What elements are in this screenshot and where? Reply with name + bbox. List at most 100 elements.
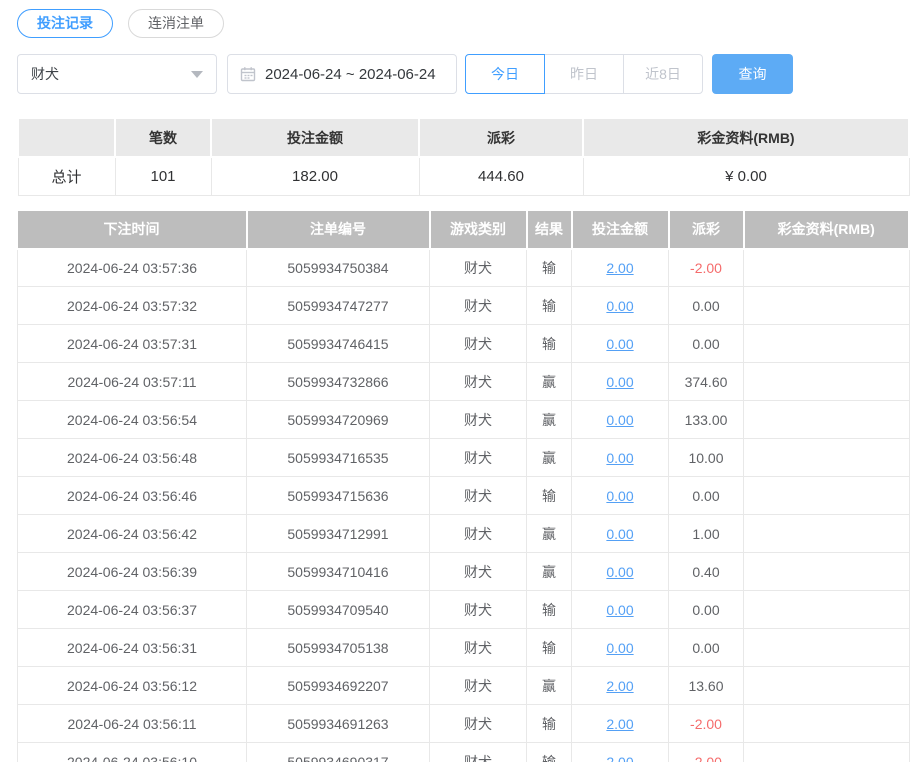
bet-amount-link[interactable]: 0.00 [606, 336, 633, 352]
bet-amount-link[interactable]: 0.00 [606, 602, 633, 618]
orders-header-bet-time: 下注时间 [18, 211, 247, 249]
cell-bet-amount: 2.00 [572, 743, 669, 762]
orders-header-row: 下注时间 注单编号 游戏类别 结果 投注金额 派彩 彩金资料(RMB) [18, 211, 910, 249]
cell-payout: 13.60 [669, 667, 744, 705]
cell-order-id: 5059934690317 [247, 743, 430, 762]
betting-records-page: 投注记录 连消注单 财犬 2024-06-24 ~ 2024-06-24 今日 [0, 0, 919, 762]
summary-header-row: 笔数 投注金额 派彩 彩金资料(RMB) [18, 118, 909, 157]
bet-amount-link[interactable]: 0.00 [606, 488, 633, 504]
quick-range-group: 今日 昨日 近8日 [465, 54, 703, 94]
cell-payout: 374.60 [669, 363, 744, 401]
cell-bet-amount: 0.00 [572, 477, 669, 515]
tab-cancelled-orders[interactable]: 连消注单 [128, 9, 224, 38]
bet-amount-link[interactable]: 0.00 [606, 450, 633, 466]
cell-order-id: 5059934720969 [247, 401, 430, 439]
summary-header-count: 笔数 [115, 118, 211, 157]
summary-total-bonus: ¥ 0.00 [583, 157, 909, 195]
orders-table: 下注时间 注单编号 游戏类别 结果 投注金额 派彩 彩金资料(RMB) 2024… [17, 211, 910, 762]
cell-bet-amount: 0.00 [572, 591, 669, 629]
cell-game-type: 财犬 [430, 705, 527, 743]
record-type-tabs: 投注记录 连消注单 [17, 9, 910, 38]
cell-payout: 0.00 [669, 325, 744, 363]
cell-bet-amount: 0.00 [572, 629, 669, 667]
cell-order-id: 5059934746415 [247, 325, 430, 363]
cell-payout: 0.00 [669, 591, 744, 629]
summary-total-bet-amount: 182.00 [211, 157, 419, 195]
cell-order-id: 5059934750384 [247, 249, 430, 287]
cell-bonus [744, 287, 910, 325]
cell-result: 赢 [527, 363, 572, 401]
cell-bonus [744, 553, 910, 591]
cell-bet-time: 2024-06-24 03:56:54 [18, 401, 247, 439]
summary-header-blank [18, 118, 115, 157]
cell-bet-amount: 2.00 [572, 249, 669, 287]
date-range-input[interactable]: 2024-06-24 ~ 2024-06-24 [227, 54, 457, 94]
quick-range-last8days-button[interactable]: 近8日 [623, 54, 703, 94]
cell-bonus [744, 667, 910, 705]
table-row: 2024-06-24 03:56:425059934712991财犬赢0.001… [18, 515, 910, 553]
bet-amount-link[interactable]: 0.00 [606, 526, 633, 542]
cell-game-type: 财犬 [430, 477, 527, 515]
cell-bonus [744, 591, 910, 629]
bet-amount-link[interactable]: 0.00 [606, 374, 633, 390]
summary-total-label: 总计 [18, 157, 115, 195]
orders-header-order-id: 注单编号 [247, 211, 430, 249]
cell-bonus [744, 477, 910, 515]
cell-bonus [744, 705, 910, 743]
cell-game-type: 财犬 [430, 667, 527, 705]
cell-payout: 1.00 [669, 515, 744, 553]
cell-bonus [744, 515, 910, 553]
bet-amount-link[interactable]: 0.00 [606, 564, 633, 580]
cell-game-type: 财犬 [430, 249, 527, 287]
orders-header-payout: 派彩 [669, 211, 744, 249]
cell-result: 输 [527, 705, 572, 743]
quick-range-today-button[interactable]: 今日 [465, 54, 545, 94]
table-row: 2024-06-24 03:56:545059934720969财犬赢0.001… [18, 401, 910, 439]
tab-bet-records[interactable]: 投注记录 [17, 9, 113, 38]
cell-result: 输 [527, 629, 572, 667]
cell-bet-amount: 2.00 [572, 667, 669, 705]
cell-bet-time: 2024-06-24 03:57:31 [18, 325, 247, 363]
game-select[interactable]: 财犬 [17, 54, 217, 94]
bet-amount-link[interactable]: 0.00 [606, 412, 633, 428]
cell-game-type: 财犬 [430, 439, 527, 477]
calendar-icon [240, 66, 256, 82]
cell-payout: -2.00 [669, 705, 744, 743]
summary-header-bonus: 彩金资料(RMB) [583, 118, 909, 157]
cell-payout: 0.00 [669, 287, 744, 325]
game-select-value: 财犬 [31, 64, 59, 84]
cell-bet-time: 2024-06-24 03:56:46 [18, 477, 247, 515]
query-button[interactable]: 查询 [712, 54, 793, 94]
cell-bet-amount: 0.00 [572, 553, 669, 591]
cell-game-type: 财犬 [430, 287, 527, 325]
cell-bet-time: 2024-06-24 03:56:42 [18, 515, 247, 553]
bet-amount-link[interactable]: 0.00 [606, 298, 633, 314]
cell-game-type: 财犬 [430, 553, 527, 591]
cell-bet-time: 2024-06-24 03:57:36 [18, 249, 247, 287]
cell-payout: 0.40 [669, 553, 744, 591]
bet-amount-link[interactable]: 0.00 [606, 640, 633, 656]
cell-result: 输 [527, 743, 572, 762]
cell-game-type: 财犬 [430, 743, 527, 762]
cell-bet-time: 2024-06-24 03:56:39 [18, 553, 247, 591]
cell-game-type: 财犬 [430, 325, 527, 363]
cell-order-id: 5059934715636 [247, 477, 430, 515]
cell-bet-time: 2024-06-24 03:56:12 [18, 667, 247, 705]
table-row: 2024-06-24 03:56:465059934715636财犬输0.000… [18, 477, 910, 515]
cell-game-type: 财犬 [430, 515, 527, 553]
cell-bet-amount: 0.00 [572, 363, 669, 401]
bet-amount-link[interactable]: 2.00 [606, 716, 633, 732]
summary-total-count: 101 [115, 157, 211, 195]
bet-amount-link[interactable]: 2.00 [606, 754, 633, 762]
cell-bet-time: 2024-06-24 03:57:32 [18, 287, 247, 325]
cell-payout: -2.00 [669, 743, 744, 762]
cell-payout: 10.00 [669, 439, 744, 477]
cell-bet-amount: 0.00 [572, 287, 669, 325]
bet-amount-link[interactable]: 2.00 [606, 260, 633, 276]
cell-order-id: 5059934691263 [247, 705, 430, 743]
cell-bonus [744, 743, 910, 762]
cell-result: 输 [527, 325, 572, 363]
bet-amount-link[interactable]: 2.00 [606, 678, 633, 694]
cell-bet-amount: 0.00 [572, 401, 669, 439]
quick-range-yesterday-button[interactable]: 昨日 [544, 54, 624, 94]
